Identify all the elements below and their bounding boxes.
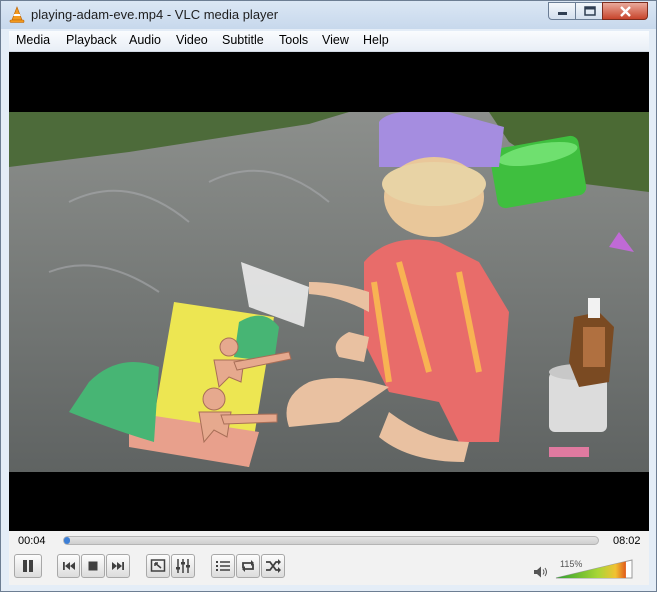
minimize-button[interactable] bbox=[548, 2, 576, 20]
seek-bar[interactable] bbox=[63, 536, 599, 545]
next-button[interactable] bbox=[106, 554, 130, 578]
loop-button[interactable] bbox=[236, 554, 260, 578]
close-icon bbox=[620, 6, 631, 17]
elapsed-time: 00:04 bbox=[18, 535, 46, 547]
menu-video[interactable]: Video bbox=[176, 33, 208, 47]
maximize-button[interactable] bbox=[575, 2, 603, 20]
vlc-window: playing-adam-eve.mp4 - VLC media player … bbox=[0, 0, 657, 592]
previous-button[interactable] bbox=[57, 554, 80, 578]
vlc-cone-icon bbox=[9, 6, 25, 23]
video-area[interactable] bbox=[9, 52, 649, 531]
maximize-icon bbox=[584, 6, 596, 16]
stop-icon bbox=[88, 561, 98, 571]
volume-slider[interactable] bbox=[554, 558, 634, 580]
menu-tools[interactable]: Tools bbox=[279, 33, 308, 47]
extended-settings-icon bbox=[176, 559, 190, 573]
playlist-icon bbox=[216, 561, 230, 571]
previous-icon bbox=[63, 562, 75, 570]
menu-media[interactable]: Media bbox=[16, 33, 50, 47]
shuffle-button[interactable] bbox=[261, 554, 285, 578]
menu-audio[interactable]: Audio bbox=[129, 33, 161, 47]
video-frame bbox=[9, 112, 649, 472]
stop-button[interactable] bbox=[81, 554, 105, 578]
close-button[interactable] bbox=[602, 2, 648, 20]
pause-icon bbox=[23, 560, 33, 572]
speaker-icon[interactable] bbox=[533, 565, 549, 579]
menu-subtitle[interactable]: Subtitle bbox=[222, 33, 264, 47]
play-pause-button[interactable] bbox=[14, 554, 42, 578]
total-time: 08:02 bbox=[613, 535, 641, 547]
menu-bar: Media Playback Audio Video Subtitle Tool… bbox=[9, 31, 649, 52]
minimize-icon bbox=[558, 12, 567, 15]
loop-icon bbox=[242, 560, 254, 572]
menu-view[interactable]: View bbox=[322, 33, 349, 47]
extended-settings-button[interactable] bbox=[171, 554, 195, 578]
seek-progress bbox=[64, 537, 70, 544]
window-title: playing-adam-eve.mp4 - VLC media player bbox=[31, 7, 279, 22]
next-icon bbox=[112, 562, 124, 570]
control-bar: 00:04 08:02 115% bbox=[9, 531, 649, 585]
title-bar[interactable]: playing-adam-eve.mp4 - VLC media player bbox=[1, 1, 656, 29]
playlist-button[interactable] bbox=[211, 554, 235, 578]
menu-playback[interactable]: Playback bbox=[66, 33, 117, 47]
menu-help[interactable]: Help bbox=[363, 33, 389, 47]
fullscreen-icon bbox=[150, 559, 166, 572]
shuffle-icon bbox=[266, 559, 281, 573]
fullscreen-button[interactable] bbox=[146, 554, 170, 578]
